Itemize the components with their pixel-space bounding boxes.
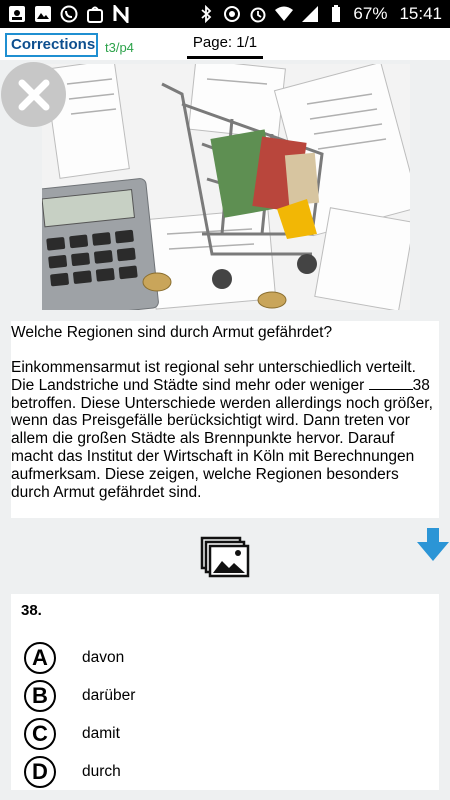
gallery-button[interactable]: [200, 536, 250, 578]
notification-icons: [8, 5, 130, 23]
shopping-bag-icon: [87, 6, 103, 23]
wifi-icon: [275, 6, 294, 21]
close-button[interactable]: [1, 62, 66, 127]
close-icon: [18, 79, 49, 110]
corrections-button[interactable]: Corrections: [5, 33, 98, 57]
option-letter-d: D: [24, 756, 56, 788]
page-indicator: Page: 1/1: [192, 34, 258, 51]
gap-number: 38: [412, 376, 430, 394]
n-app-icon: [113, 5, 129, 23]
gap-blank: [368, 377, 413, 390]
image-icon: [35, 6, 51, 22]
option-text-d: durch: [82, 763, 121, 780]
option-text-c: damit: [82, 725, 120, 742]
illustration-image: [42, 64, 410, 310]
alarm-icon: [250, 7, 266, 23]
option-text-a: davon: [82, 649, 125, 666]
reading-text-card: Welche Regionen sind durch Armut gefährd…: [11, 321, 439, 518]
option-d[interactable]: D durch: [24, 755, 424, 789]
option-letter-b: B: [24, 680, 56, 712]
whatsapp-icon: [60, 5, 78, 23]
text-body: Einkommensarmut ist regional sehr unters…: [11, 359, 439, 501]
data-saver-icon: [224, 6, 241, 22]
option-a[interactable]: A davon: [24, 641, 424, 675]
down-arrow-icon: [417, 528, 449, 561]
text-body-part-2: betroffen. Diese Unterschiede werden all…: [11, 394, 433, 501]
option-c[interactable]: C damit: [24, 717, 424, 751]
option-text-b: darüber: [82, 687, 136, 704]
app-notification-icon: [9, 6, 25, 22]
page-indicator-underline: [187, 56, 263, 59]
shopping-cart-receipts-illustration: [42, 64, 410, 310]
image-gallery-icon: [200, 536, 250, 578]
signal-icon: [302, 6, 319, 22]
answer-card: 38. A davon B darüber C damit D durch: [11, 594, 439, 790]
option-letter-a: A: [24, 642, 56, 674]
option-b[interactable]: B darüber: [24, 679, 424, 713]
scroll-down-button[interactable]: [417, 528, 449, 562]
text-title: Welche Regionen sind durch Armut gefährd…: [11, 324, 333, 341]
bluetooth-icon: [201, 5, 212, 23]
system-icons: 67% 15:41: [197, 4, 442, 24]
battery-icon: [332, 5, 341, 22]
page-reference: t3/p4: [105, 40, 134, 55]
clock: 15:41: [399, 4, 442, 23]
status-bar: 67% 15:41: [0, 0, 450, 28]
option-letter-c: C: [24, 718, 56, 750]
question-number: 38.: [21, 602, 42, 619]
text-body-part-1: Einkommensarmut ist regional sehr unters…: [11, 359, 416, 394]
battery-percent: 67%: [353, 4, 388, 23]
